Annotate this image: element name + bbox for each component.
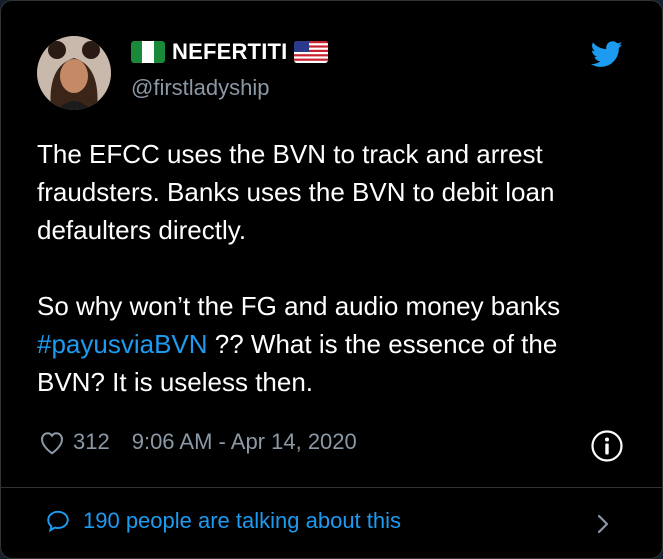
author-handle[interactable]: @firstladyship (131, 75, 270, 101)
tweet-meta-row: 312 9:06 AM - Apr 14, 2020 (37, 427, 357, 457)
us-flag-icon (294, 41, 329, 63)
author-display-name[interactable]: NEFERTITI (172, 39, 287, 65)
avatar-photo (37, 36, 111, 110)
info-icon[interactable] (590, 429, 624, 463)
twitter-bird-icon[interactable] (591, 41, 623, 68)
conversation-link[interactable]: 190 people are talking about this (45, 508, 401, 534)
avatar[interactable] (37, 36, 111, 110)
chevron-right-icon[interactable] (595, 512, 611, 536)
like-count[interactable]: 312 (73, 429, 110, 455)
author-name-row[interactable]: NEFERTITI (131, 39, 329, 65)
speech-bubble-icon (47, 510, 69, 533)
hashtag-link[interactable]: #payusviaBVN (37, 329, 208, 359)
talking-about-text: 190 people are talking about this (83, 508, 402, 533)
tweet-text-before-hashtag: So why won’t the FG and audio money bank… (37, 291, 561, 321)
divider (1, 487, 662, 488)
tweet-paragraph-2: So why won’t the FG and audio money bank… (37, 287, 627, 401)
tweet-body: The EFCC uses the BVN to track and arres… (37, 135, 627, 401)
tweet-card[interactable]: NEFERTITI @firstladyship The EFCC uses t… (0, 0, 663, 559)
heart-icon[interactable] (37, 427, 67, 457)
tweet-paragraph-1: The EFCC uses the BVN to track and arres… (37, 139, 555, 245)
nigeria-flag-icon (131, 41, 165, 63)
tweet-timestamp[interactable]: 9:06 AM - Apr 14, 2020 (132, 429, 357, 455)
